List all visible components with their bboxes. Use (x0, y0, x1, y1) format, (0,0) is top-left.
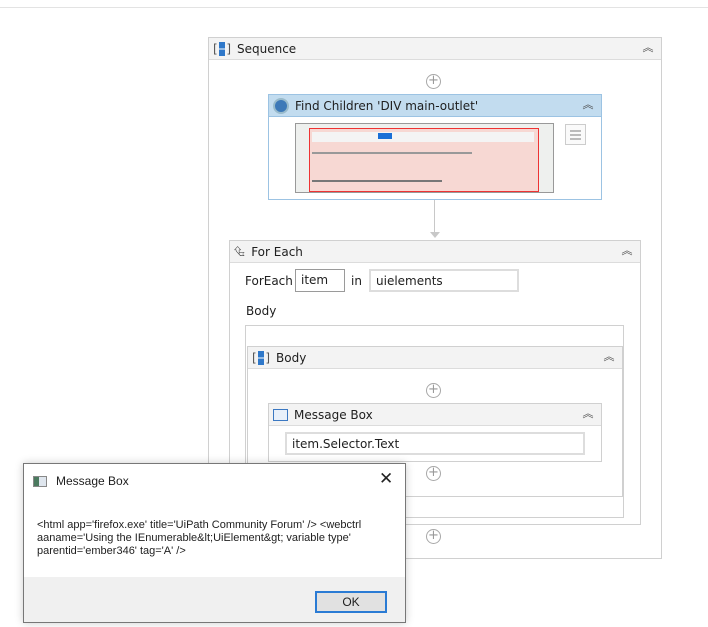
ok-button[interactable]: OK (315, 591, 387, 613)
in-label: in (351, 274, 362, 288)
for-each-icon: ⮴ (234, 243, 246, 260)
close-icon[interactable]: ✕ (379, 469, 393, 489)
window-icon (33, 476, 47, 487)
sequence-header[interactable]: [] Sequence ︽ (209, 38, 661, 60)
sequence-icon: [] (213, 41, 231, 56)
add-activity-plus-icon[interactable]: + (426, 529, 441, 544)
for-each-header[interactable]: ⮴ For Each ︽ (230, 241, 640, 263)
add-activity-plus-icon[interactable]: + (426, 466, 441, 481)
collapse-chevron-icon[interactable]: ︽ (620, 244, 634, 258)
collection-input[interactable]: uielements (369, 269, 519, 292)
collapse-chevron-icon[interactable]: ︽ (641, 41, 655, 55)
dialog-message: <html app='firefox.exe' title='UiPath Co… (37, 519, 362, 557)
collapse-chevron-icon[interactable]: ︽ (581, 407, 595, 421)
add-activity-plus-icon[interactable]: + (426, 74, 441, 89)
collapse-chevron-icon[interactable]: ︽ (602, 350, 616, 364)
find-children-icon (273, 97, 289, 114)
message-text-input[interactable]: item.Selector.Text (285, 432, 585, 455)
connector-line (434, 200, 435, 233)
element-screenshot-preview (295, 123, 554, 193)
collapse-chevron-icon[interactable]: ︽ (581, 98, 595, 112)
find-children-activity[interactable]: Find Children 'DIV main-outlet' ︽ (268, 94, 602, 200)
message-icon (273, 408, 288, 421)
menu-icon[interactable] (565, 124, 586, 145)
body-label: Body (246, 304, 277, 318)
dialog-title: Message Box (56, 474, 129, 488)
top-divider (0, 7, 708, 8)
foreach-label: ForEach (245, 274, 293, 288)
sequence-title: Sequence (237, 41, 297, 56)
message-box-title: Message Box (294, 407, 373, 422)
find-children-header[interactable]: Find Children 'DIV main-outlet' ︽ (269, 95, 601, 117)
body-sequence-header[interactable]: [] Body ︽ (248, 347, 622, 369)
for-each-title: For Each (251, 244, 303, 259)
message-box-header[interactable]: Message Box ︽ (269, 404, 601, 426)
sequence-icon: [] (252, 350, 270, 365)
body-sequence-title: Body (276, 350, 307, 365)
message-box-dialog: Message Box ✕ <html app='firefox.exe' ti… (23, 463, 406, 623)
add-activity-plus-icon[interactable]: + (426, 383, 441, 398)
item-variable-input[interactable]: item (295, 269, 345, 292)
connector-arrow-icon (430, 232, 440, 238)
find-children-title: Find Children 'DIV main-outlet' (295, 98, 479, 113)
